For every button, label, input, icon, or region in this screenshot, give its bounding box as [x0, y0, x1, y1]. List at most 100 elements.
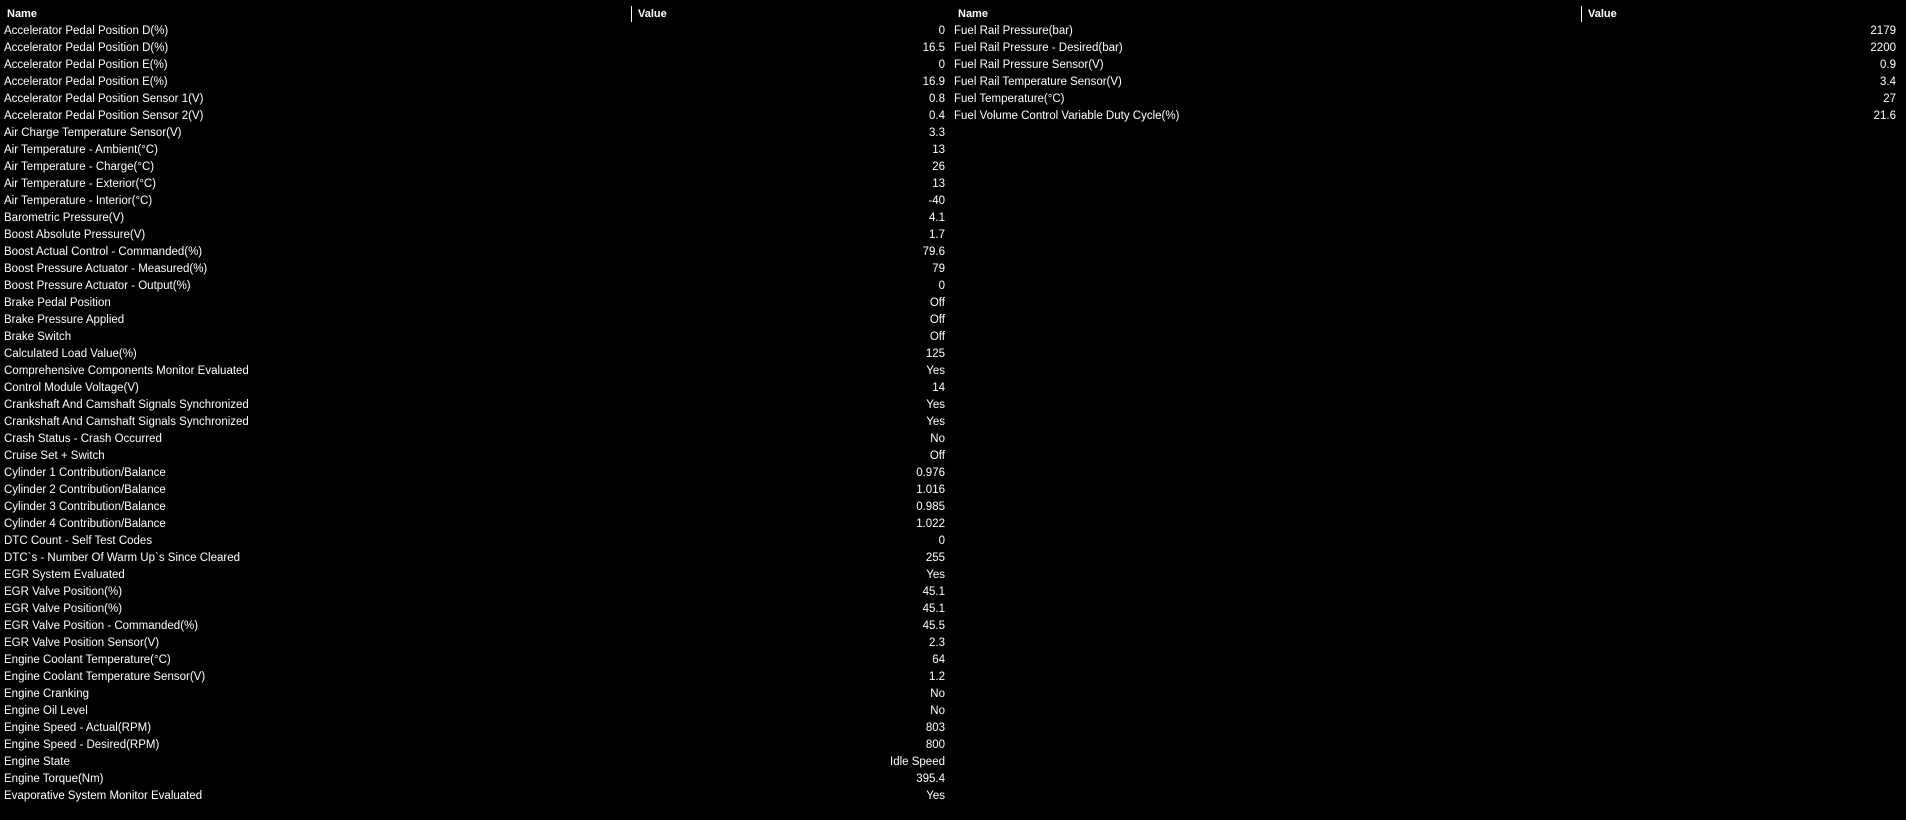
table-row[interactable]: Boost Absolute Pressure(V) 1.7 [4, 227, 948, 244]
table-row[interactable]: EGR Valve Position(%) 45.1 [4, 584, 948, 601]
parameter-value: 395.4 [916, 773, 945, 785]
parameter-name: Boost Pressure Actuator - Measured(%) [4, 263, 208, 275]
table-row[interactable]: Control Module Voltage(V) 14 [4, 380, 948, 397]
parameter-value: 800 [925, 739, 945, 751]
table-row[interactable]: Accelerator Pedal Position D(%) 0 [4, 23, 948, 40]
table-row[interactable]: Engine Coolant Temperature Sensor(V) 1.2 [4, 669, 948, 686]
parameter-value: 803 [925, 722, 945, 734]
parameter-name: Air Temperature - Charge(°C) [4, 161, 155, 173]
parameter-name: Engine Cranking [4, 688, 90, 700]
table-header: Name Value [4, 6, 948, 22]
table-row[interactable]: Air Temperature - Interior(°C) -40 [4, 193, 948, 210]
parameter-name: DTC Count - Self Test Codes [4, 535, 153, 547]
value-column-header[interactable]: Value [631, 6, 667, 22]
parameter-value: 1.016 [916, 484, 945, 496]
parameter-value: 64 [932, 654, 945, 666]
table-row[interactable]: Barometric Pressure(V) 4.1 [4, 210, 948, 227]
table-row[interactable]: Cylinder 1 Contribution/Balance 0.976 [4, 465, 948, 482]
table-row[interactable]: Accelerator Pedal Position Sensor 2(V) 0.… [4, 108, 948, 125]
table-row[interactable]: Cruise Set + Switch Off [4, 448, 948, 465]
table-row[interactable]: Evaporative System Monitor Evaluated Yes [4, 788, 948, 805]
parameter-value: No [930, 688, 945, 700]
parameter-value: 0.8 [929, 93, 945, 105]
name-column-header[interactable]: Name [958, 6, 988, 22]
parameter-name: EGR System Evaluated [4, 569, 125, 581]
parameter-value: 255 [925, 552, 945, 564]
table-row[interactable]: Cylinder 2 Contribution/Balance 1.016 [4, 482, 948, 499]
table-row[interactable]: EGR Valve Position Sensor(V) 2.3 [4, 635, 948, 652]
table-row[interactable]: Air Temperature - Ambient(°C) 13 [4, 142, 948, 159]
table-row[interactable]: Accelerator Pedal Position E(%) 0 [4, 57, 948, 74]
parameter-value: 26 [932, 161, 945, 173]
parameter-name: Evaporative System Monitor Evaluated [4, 790, 203, 802]
parameter-value: 13 [932, 178, 945, 190]
parameter-value: Yes [926, 399, 945, 411]
parameter-value: 45.5 [922, 620, 945, 632]
table-row[interactable]: Engine State Idle Speed [4, 754, 948, 771]
parameter-name: Engine Coolant Temperature Sensor(V) [4, 671, 206, 683]
parameter-value: 14 [932, 382, 945, 394]
table-row[interactable]: Fuel Rail Pressure - Desired(bar) 2200 [954, 40, 1898, 57]
parameter-name: Boost Pressure Actuator - Output(%) [4, 280, 191, 292]
parameter-name: Calculated Load Value(%) [4, 348, 137, 360]
table-row[interactable]: Boost Actual Control - Commanded(%) 79.6 [4, 244, 948, 261]
table-row[interactable]: Engine Oil Level No [4, 703, 948, 720]
table-row[interactable]: Accelerator Pedal Position D(%) 16.5 [4, 40, 948, 57]
table-row[interactable]: Crankshaft And Camshaft Signals Synchron… [4, 397, 948, 414]
parameter-value: Off [929, 297, 945, 309]
parameter-name: Fuel Rail Pressure Sensor(V) [954, 59, 1104, 71]
table-row[interactable]: Fuel Rail Temperature Sensor(V) 3.4 [954, 74, 1898, 91]
parameter-value: 0 [938, 535, 945, 547]
table-row[interactable]: EGR System Evaluated Yes [4, 567, 948, 584]
table-row[interactable]: Air Temperature - Exterior(°C) 13 [4, 176, 948, 193]
parameter-value: 0.9 [1880, 59, 1896, 71]
parameter-name: Engine Speed - Actual(RPM) [4, 722, 152, 734]
table-row[interactable]: Air Temperature - Charge(°C) 26 [4, 159, 948, 176]
parameter-name: Fuel Rail Temperature Sensor(V) [954, 76, 1122, 88]
parameter-name: Air Temperature - Ambient(°C) [4, 144, 158, 156]
parameter-value: 21.6 [1873, 110, 1896, 122]
table-row[interactable]: Engine Cranking No [4, 686, 948, 703]
table-row[interactable]: Cylinder 4 Contribution/Balance 1.022 [4, 516, 948, 533]
table-row[interactable]: Air Charge Temperature Sensor(V) 3.3 [4, 125, 948, 142]
parameter-value: Off [929, 314, 945, 326]
table-row[interactable]: Crankshaft And Camshaft Signals Synchron… [4, 414, 948, 431]
table-row[interactable]: Engine Coolant Temperature(°C) 64 [4, 652, 948, 669]
table-row[interactable]: Cylinder 3 Contribution/Balance 0.985 [4, 499, 948, 516]
left-data-panel: Name Value Accelerator Pedal Position D(… [4, 6, 948, 805]
parameter-value: Yes [926, 790, 945, 802]
table-row[interactable]: Crash Status - Crash Occurred No [4, 431, 948, 448]
table-row[interactable]: EGR Valve Position(%) 45.1 [4, 601, 948, 618]
name-column-header[interactable]: Name [7, 6, 37, 22]
table-row[interactable]: Accelerator Pedal Position E(%) 16.9 [4, 74, 948, 91]
table-row[interactable]: Calculated Load Value(%) 125 [4, 346, 948, 363]
table-row[interactable]: Engine Torque(Nm) 395.4 [4, 771, 948, 788]
table-row[interactable]: Fuel Rail Pressure(bar) 2179 [954, 23, 1898, 40]
table-row[interactable]: DTC Count - Self Test Codes 0 [4, 533, 948, 550]
table-row[interactable]: Comprehensive Components Monitor Evaluat… [4, 363, 948, 380]
table-row[interactable]: Engine Speed - Desired(RPM) 800 [4, 737, 948, 754]
table-row[interactable]: Fuel Volume Control Variable Duty Cycle(… [954, 108, 1898, 125]
table-row[interactable]: EGR Valve Position - Commanded(%) 45.5 [4, 618, 948, 635]
table-row[interactable]: Brake Pressure Applied Off [4, 312, 948, 329]
table-row[interactable]: Engine Speed - Actual(RPM) 803 [4, 720, 948, 737]
table-row[interactable]: DTC`s - Number Of Warm Up`s Since Cleare… [4, 550, 948, 567]
parameter-value: Yes [926, 365, 945, 377]
parameter-name: Fuel Temperature(°C) [954, 93, 1065, 105]
parameter-value: 2200 [1870, 42, 1896, 54]
parameter-value: Yes [926, 416, 945, 428]
table-row[interactable]: Brake Switch Off [4, 329, 948, 346]
parameter-value: 2.3 [929, 637, 945, 649]
table-row[interactable]: Fuel Temperature(°C) 27 [954, 91, 1898, 108]
parameter-name: Air Temperature - Exterior(°C) [4, 178, 157, 190]
parameter-name: Crankshaft And Camshaft Signals Synchron… [4, 399, 249, 411]
table-row[interactable]: Boost Pressure Actuator - Output(%) 0 [4, 278, 948, 295]
parameter-name: Crash Status - Crash Occurred [4, 433, 162, 445]
value-column-header[interactable]: Value [1581, 6, 1617, 22]
table-row[interactable]: Brake Pedal Position Off [4, 295, 948, 312]
table-row[interactable]: Fuel Rail Pressure Sensor(V) 0.9 [954, 57, 1898, 74]
table-row[interactable]: Boost Pressure Actuator - Measured(%) 79 [4, 261, 948, 278]
parameter-value: 1.022 [916, 518, 945, 530]
table-row[interactable]: Accelerator Pedal Position Sensor 1(V) 0.… [4, 91, 948, 108]
parameter-value: 0.4 [929, 110, 945, 122]
